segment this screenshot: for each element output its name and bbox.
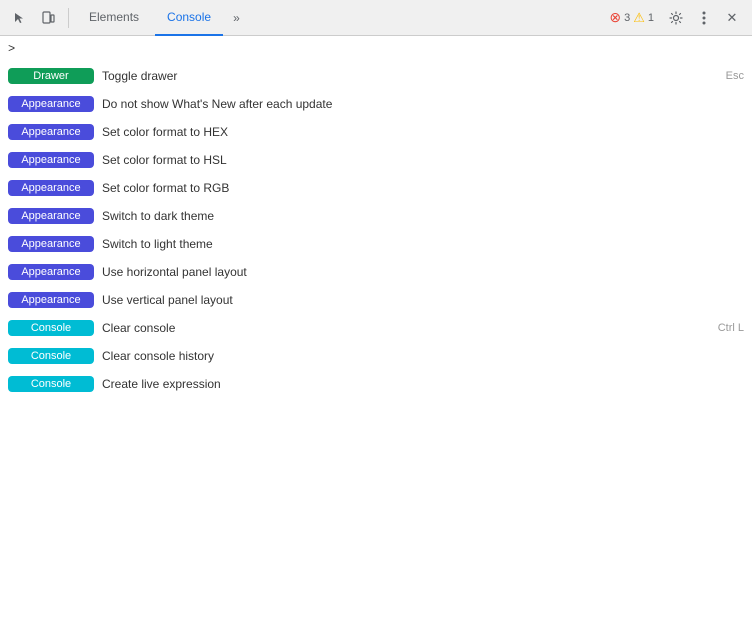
- commands-list: Drawer Toggle drawer Esc Appearance Do not s…: [0, 62, 752, 398]
- command-text: Create live expression: [102, 377, 744, 391]
- warning-icon: ⚠: [633, 10, 645, 26]
- command-item[interactable]: Appearance Do not show What's New after e…: [0, 90, 752, 118]
- command-text: Switch to light theme: [102, 237, 744, 251]
- command-tag: Appearance: [8, 180, 94, 196]
- command-item[interactable]: Console Create live expression: [0, 370, 752, 398]
- command-text: Toggle drawer: [102, 69, 718, 83]
- command-tag: Appearance: [8, 236, 94, 252]
- command-text: Set color format to RGB: [102, 181, 744, 195]
- command-tag: Appearance: [8, 208, 94, 224]
- command-item[interactable]: Appearance Switch to dark theme: [0, 202, 752, 230]
- command-tag: Appearance: [8, 292, 94, 308]
- tab-console[interactable]: Console: [155, 0, 223, 36]
- error-count: 3: [624, 12, 630, 24]
- command-shortcut: Ctrl L: [718, 322, 744, 334]
- tab-elements[interactable]: Elements: [77, 0, 151, 36]
- device-icon[interactable]: [36, 6, 60, 30]
- command-text: Clear console: [102, 321, 710, 335]
- command-item[interactable]: Appearance Set color format to HSL: [0, 146, 752, 174]
- more-options-icon[interactable]: [692, 6, 716, 30]
- command-item[interactable]: Appearance Set color format to HEX: [0, 118, 752, 146]
- command-text: Set color format to HEX: [102, 125, 744, 139]
- command-tag: Drawer: [8, 68, 94, 84]
- command-tag: Appearance: [8, 124, 94, 140]
- command-text: Use vertical panel layout: [102, 293, 744, 307]
- command-text: Clear console history: [102, 349, 744, 363]
- command-tag: Appearance: [8, 152, 94, 168]
- console-content[interactable]: > Drawer Toggle drawer Esc Appearance Do not…: [0, 36, 752, 624]
- toolbar: Elements Console » ⊗ 3 ⚠ 1 ✕: [0, 0, 752, 36]
- warning-count: 1: [648, 12, 654, 24]
- command-text: Use horizontal panel layout: [102, 265, 744, 279]
- command-text: Set color format to HSL: [102, 153, 744, 167]
- error-badge-group: ⊗ 3 ⚠ 1: [609, 9, 654, 26]
- command-tag: Appearance: [8, 264, 94, 280]
- close-button[interactable]: ✕: [720, 6, 744, 30]
- error-icon: ⊗: [609, 9, 621, 26]
- command-tag: Console: [8, 320, 94, 336]
- cursor-icon[interactable]: [8, 6, 32, 30]
- command-item[interactable]: Drawer Toggle drawer Esc: [0, 62, 752, 90]
- command-item[interactable]: Appearance Set color format to RGB: [0, 174, 752, 202]
- prompt-line: >: [0, 36, 752, 62]
- command-tag: Console: [8, 348, 94, 364]
- settings-icon[interactable]: [664, 6, 688, 30]
- command-item[interactable]: Console Clear console history: [0, 342, 752, 370]
- command-tag: Appearance: [8, 96, 94, 112]
- command-item[interactable]: Console Clear console Ctrl L: [0, 314, 752, 342]
- command-item[interactable]: Appearance Use vertical panel layout: [0, 286, 752, 314]
- command-tag: Console: [8, 376, 94, 392]
- more-tabs-button[interactable]: »: [227, 11, 246, 25]
- command-shortcut: Esc: [726, 70, 744, 82]
- command-item[interactable]: Appearance Switch to light theme: [0, 230, 752, 258]
- command-item[interactable]: Appearance Use horizontal panel layout: [0, 258, 752, 286]
- divider-1: [68, 8, 69, 28]
- command-text: Do not show What's New after each update: [102, 97, 744, 111]
- command-text: Switch to dark theme: [102, 209, 744, 223]
